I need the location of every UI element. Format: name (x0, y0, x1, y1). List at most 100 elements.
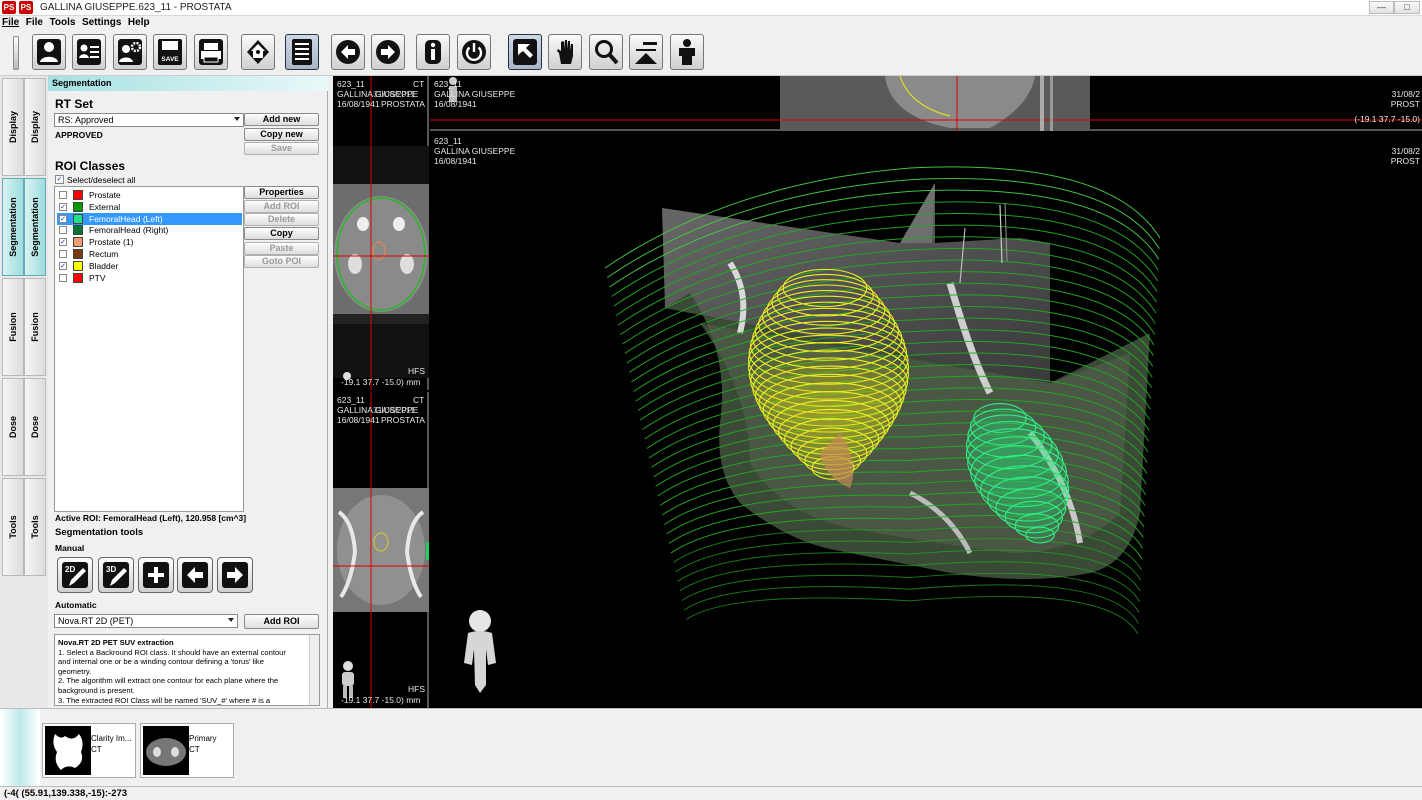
info-button[interactable] (416, 34, 450, 70)
menu-file-2[interactable]: File (24, 16, 45, 30)
tool-3d-button[interactable]: 3D (98, 557, 134, 593)
roi-color-swatch (73, 260, 83, 271)
select-all-checkbox[interactable]: ✓ (55, 175, 64, 184)
zoom-minus-button[interactable] (629, 34, 663, 70)
roi-row[interactable]: Prostate (57, 189, 242, 201)
roi-checkbox[interactable]: ✓ (59, 238, 67, 247)
sagittal-study: PROST (1390, 99, 1420, 109)
roi-checkbox[interactable] (59, 226, 67, 235)
patient-settings-button[interactable] (113, 34, 147, 70)
info-scrollbar[interactable] (309, 635, 319, 705)
toolbar: SAVE (0, 30, 1422, 76)
tab-fusion[interactable]: Fusion (2, 278, 24, 376)
automatic-select[interactable]: Nova.RT 2D (PET) (54, 614, 238, 628)
roi-color-swatch (73, 249, 83, 259)
tab-fusion-2[interactable]: Fusion (24, 278, 46, 376)
tab-tools[interactable]: Tools (2, 478, 24, 576)
roi-checkbox[interactable] (59, 191, 67, 199)
thumb-primary-mod: CT (189, 745, 200, 754)
add-roi-button[interactable]: Add ROI (244, 200, 319, 213)
auto-add-roi-button[interactable]: Add ROI (244, 614, 319, 629)
rtset-title: RT Set (55, 97, 94, 111)
roi-checkbox[interactable]: ✓ (59, 261, 67, 270)
forward-button[interactable] (371, 34, 405, 70)
roi-checkbox[interactable]: ✓ (59, 214, 67, 223)
print-button[interactable] (194, 34, 228, 70)
axial-study: PROSTATA (381, 99, 425, 109)
main-study: PROST (1390, 156, 1420, 166)
home-button[interactable] (241, 34, 275, 70)
volume-render-image (464, 166, 1161, 693)
minimize-button[interactable]: — (1369, 1, 1394, 14)
tab-dose-2[interactable]: Dose (24, 378, 46, 476)
copy-new-button[interactable]: Copy new (244, 128, 319, 141)
axial-view[interactable]: 623_11 CT GALLINA GIUSEPPE 31/08/2011 16… (333, 76, 429, 390)
menu-tools[interactable]: Tools (48, 16, 78, 30)
roi-row[interactable]: PTV (57, 272, 242, 284)
tab-segmentation[interactable]: Segmentation (2, 178, 24, 276)
tool-2d-button[interactable]: 2D (57, 557, 93, 593)
tab-dose[interactable]: Dose (2, 378, 24, 476)
tool-add-button[interactable] (138, 557, 174, 593)
hand-button[interactable] (548, 34, 582, 70)
sagittal-view[interactable]: 623_11 GALLINA GIUSEPPE 16/08/1941 31/08… (430, 75, 1422, 131)
paste-roi-button[interactable]: Paste (244, 242, 319, 255)
power-button[interactable] (457, 34, 491, 70)
roi-row[interactable]: ✓ FemoralHead (Left) (57, 212, 242, 225)
copy-roi-button[interactable]: Copy (244, 227, 319, 240)
roi-row[interactable]: FemoralHead (Right) (57, 224, 242, 236)
thumb-clarity-image (45, 726, 91, 775)
roi-color-swatch (73, 272, 83, 283)
roi-row[interactable]: ✓ External (57, 201, 242, 213)
roi-list: Prostate ✓ External ✓ FemoralHead (Left) Femo… (54, 186, 244, 512)
plus-icon (143, 562, 169, 588)
document-button[interactable] (285, 34, 319, 70)
pointer-button[interactable] (508, 34, 542, 70)
roi-checkbox[interactable]: ✓ (59, 202, 67, 211)
roi-checkbox[interactable] (59, 273, 67, 282)
tab-display-2[interactable]: Display (24, 78, 46, 176)
patient-card-button[interactable] (72, 34, 106, 70)
volume-3d-view[interactable]: 623_11 GALLINA GIUSEPPE 16/08/1941 31/08… (430, 133, 1422, 708)
goto-poi-button[interactable]: Goto POI (244, 255, 319, 268)
delete-roi-button[interactable]: Delete (244, 213, 319, 226)
menu-file[interactable]: File (0, 16, 21, 30)
add-new-button[interactable]: Add new (244, 113, 319, 126)
menu-help[interactable]: Help (126, 16, 152, 30)
roi-row[interactable]: Rectum (57, 248, 242, 260)
roi-name: Prostate (1) (89, 237, 134, 248)
patient-button[interactable] (32, 34, 66, 70)
thumb-clarity[interactable]: Clarity Im... CT (42, 723, 136, 778)
roi-checkbox[interactable] (59, 250, 67, 258)
roi-name: Bladder (89, 260, 119, 271)
zoom-button[interactable] (589, 34, 623, 70)
roi-name: Prostate (89, 190, 121, 200)
roi-title: ROI Classes (55, 159, 126, 173)
tab-display[interactable]: Display (2, 78, 24, 176)
person-button[interactable] (670, 34, 704, 70)
info-line: 3. The extracted ROI Class will be named… (58, 695, 271, 705)
properties-button[interactable]: Properties (244, 186, 319, 199)
arrow-right-icon (222, 562, 248, 588)
save-button[interactable]: SAVE (153, 34, 187, 70)
thumb-primary[interactable]: Primary CT (140, 723, 234, 778)
roi-row[interactable]: ✓ Prostate (1) (57, 236, 242, 248)
tab-tools-2[interactable]: Tools (24, 478, 46, 576)
tool-back-button[interactable] (177, 557, 213, 593)
back-button[interactable] (331, 34, 365, 70)
info-text-box[interactable]: Nova.RT 2D PET SUV extraction 1. Select … (54, 634, 320, 706)
coronal-view[interactable]: 623_11 CT GALLINA GIUSEPPE 31/08/2011 16… (333, 392, 429, 708)
save-rtset-button[interactable]: Save (244, 142, 319, 155)
coronal-dob: 16/08/1941 (337, 415, 380, 425)
tool-forward-button[interactable] (217, 557, 253, 593)
info-lines: 1. Select a Backround ROI class. It shou… (58, 648, 316, 705)
menu-settings[interactable]: Settings (80, 16, 123, 30)
sagittal-date: 31/08/2 (1391, 89, 1420, 99)
tab-segmentation-2[interactable]: Segmentation (24, 178, 46, 276)
svg-text:2D: 2D (65, 565, 75, 574)
viewer-area[interactable]: 623_11 CT GALLINA GIUSEPPE 31/08/2011 16… (333, 75, 1422, 708)
rtset-select[interactable]: RS: Approved (54, 113, 244, 127)
roi-row[interactable]: ✓ Bladder (57, 260, 242, 272)
maximize-button[interactable]: □ (1394, 1, 1420, 14)
patient-icon (37, 39, 61, 65)
